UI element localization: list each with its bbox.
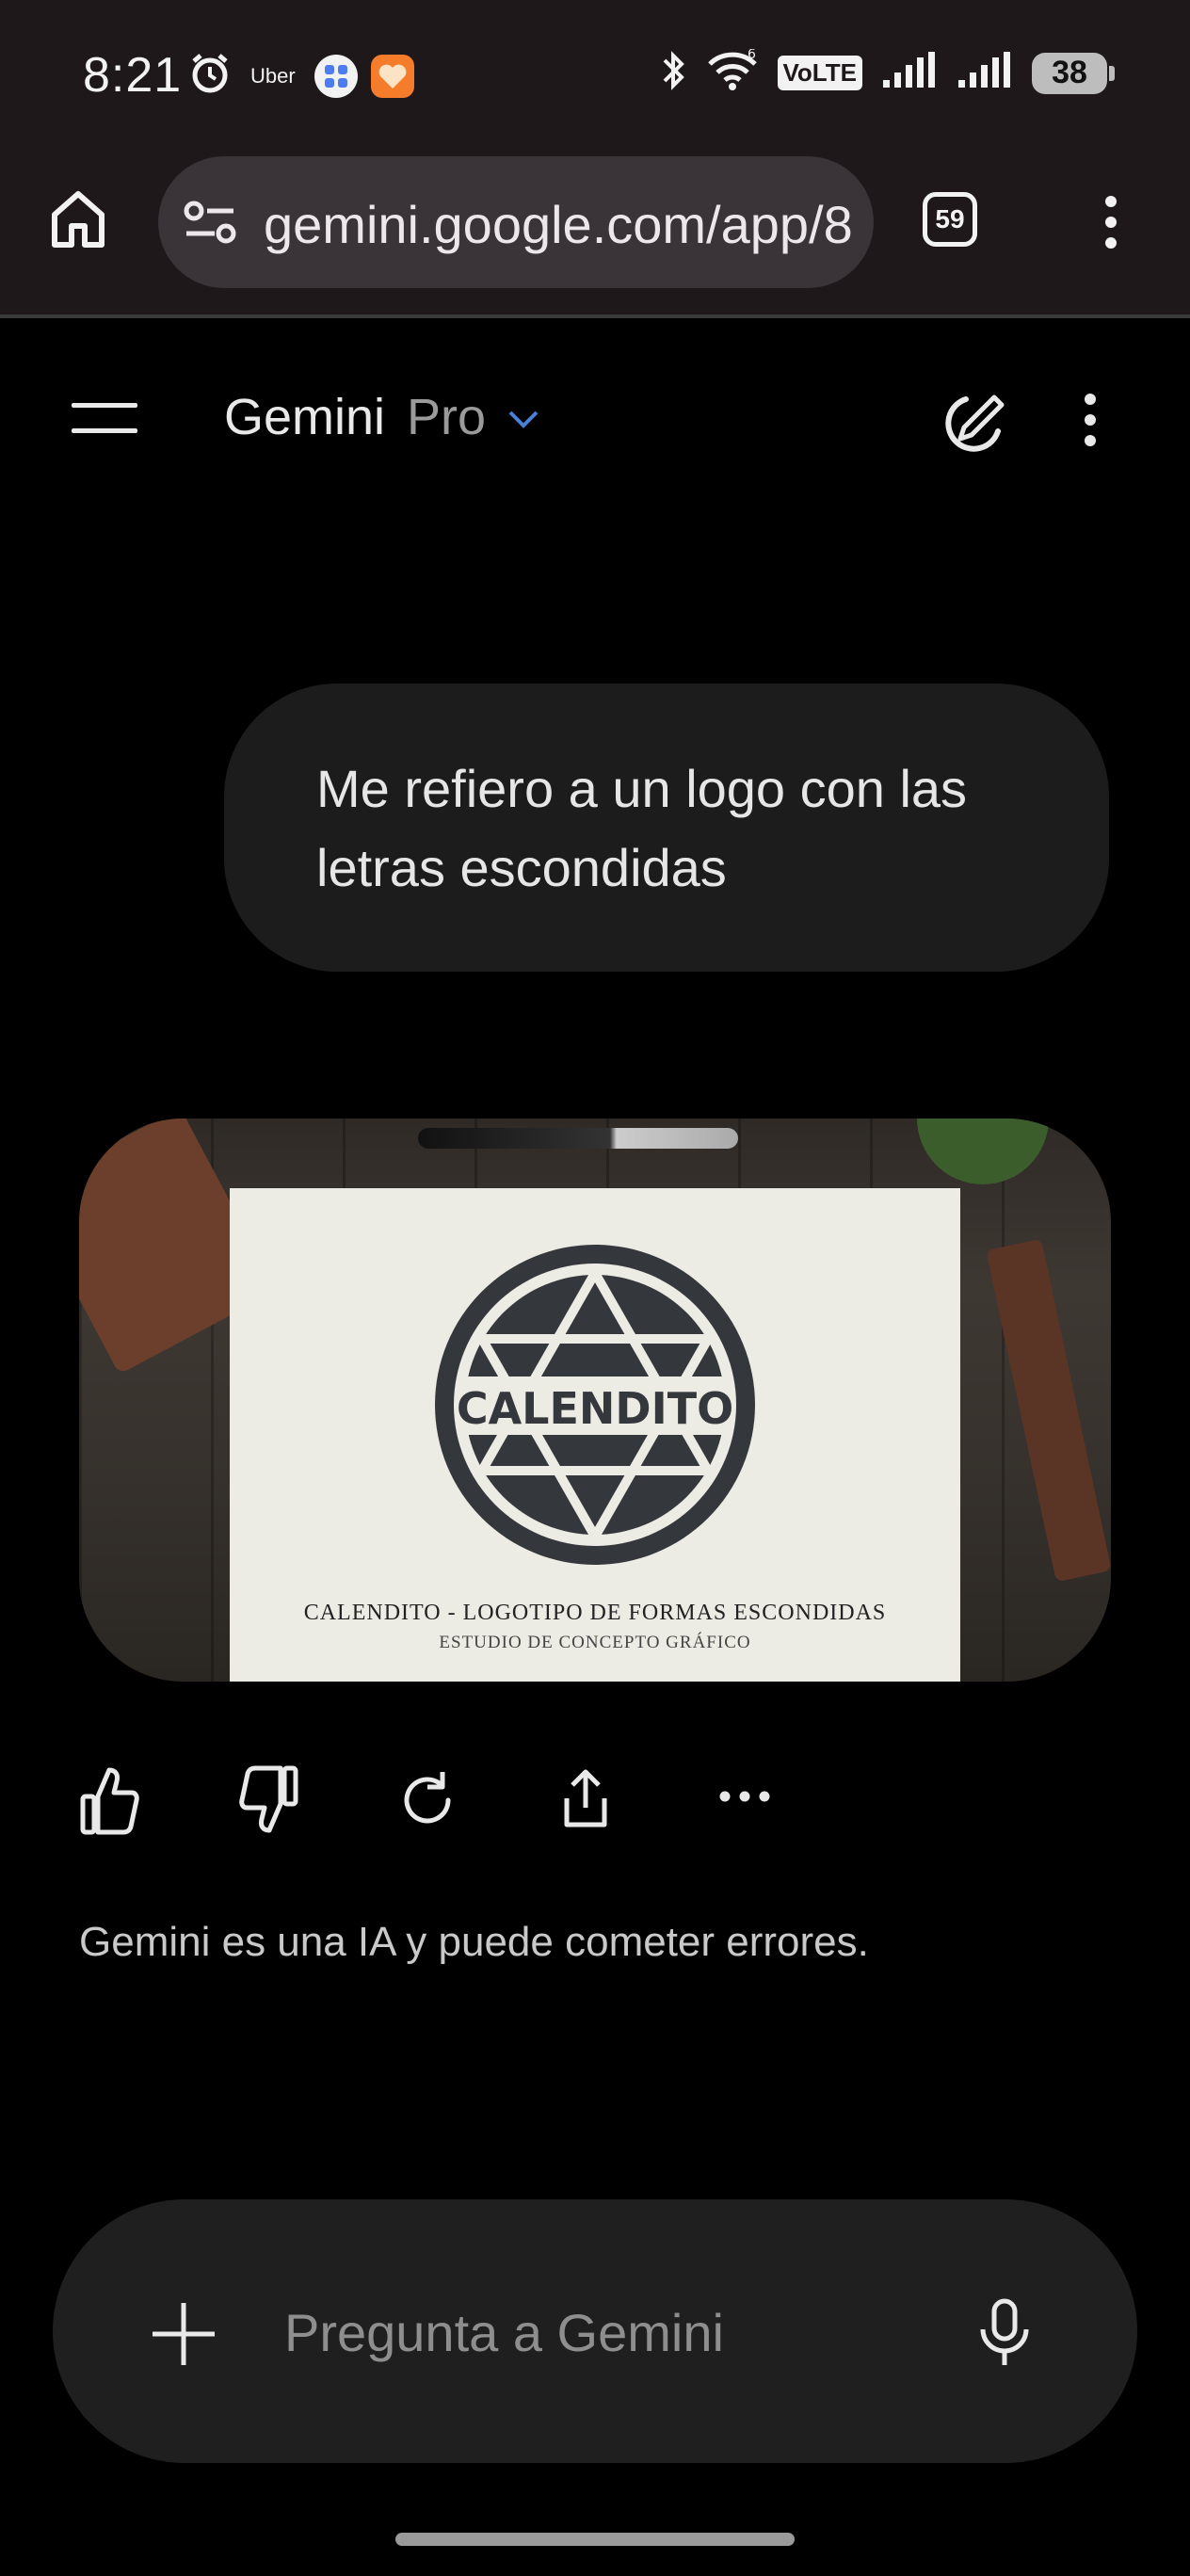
plant-prop [917,1119,1049,1184]
thumb-down-icon[interactable] [239,1764,299,1841]
card-caption-main: CALENDITO - LOGOTIPO DE FORMAS ESCONDIDA… [303,1601,887,1625]
status-time: 8:21 [83,48,183,103]
tab-count: 59 [935,204,965,233]
generated-image[interactable]: CALENDITO CALENDITO - LOGOTIPO DE FORMAS… [79,1119,1111,1682]
user-message-bubble: Me refiero a un logo con las letras esco… [224,684,1109,972]
more-vert-icon[interactable] [1077,392,1103,453]
svg-text:6: 6 [748,49,756,62]
wifi-icon: 6 [706,47,759,97]
notebook-prop [986,1238,1111,1583]
new-chat-icon[interactable] [938,390,1007,464]
pen-prop [418,1128,738,1149]
menu-icon[interactable] [72,399,139,442]
signal-icon [881,52,938,94]
heart-app-icon [370,54,414,98]
user-message-text: Me refiero a un logo con las letras esco… [316,759,968,897]
regenerate-icon[interactable] [395,1768,459,1837]
battery-level: 38 [1032,52,1107,94]
prompt-input[interactable] [282,2294,926,2371]
microphone-icon[interactable] [977,2297,1032,2374]
more-horiz-icon[interactable] [717,1789,772,1809]
toolbar-divider [0,314,1190,318]
battery-icon: 38 [1032,52,1115,94]
model-selector[interactable]: Pro [407,388,486,446]
site-settings-icon[interactable] [183,200,239,251]
business-card: CALENDITO CALENDITO - LOGOTIPO DE FORMAS… [230,1188,960,1682]
add-icon[interactable] [151,2301,217,2372]
disclaimer-text: Gemini es una IA y puede cometer errores… [79,1919,869,1965]
logo-word: CALENDITO [457,1383,733,1434]
volte-icon: VoLTE [777,56,862,90]
url-text[interactable]: gemini.google.com/app/8 [264,194,853,255]
more-vert-icon[interactable] [1098,194,1124,255]
share-icon[interactable] [555,1766,616,1837]
app-title[interactable]: Gemini [224,388,385,446]
home-indicator[interactable] [395,2533,795,2546]
uber-app-icon: Uber [250,63,296,88]
signal-icon [957,52,1013,94]
alarm-icon [188,52,232,100]
tabs-icon[interactable]: 59 [923,192,977,247]
bluetooth-icon [659,49,687,97]
calendito-logo: CALENDITO [435,1245,755,1565]
home-icon[interactable] [47,186,109,257]
thumb-up-icon[interactable] [79,1764,139,1841]
card-caption-sub: ESTUDIO DE CONCEPTO GRÁFICO [439,1633,751,1652]
chevron-down-icon[interactable] [507,407,540,436]
url-bar[interactable]: gemini.google.com/app/8 [158,156,874,288]
grid-app-icon [314,54,358,98]
status-bar: 8:21 Uber 6 VoLTE 38 [0,0,1190,153]
